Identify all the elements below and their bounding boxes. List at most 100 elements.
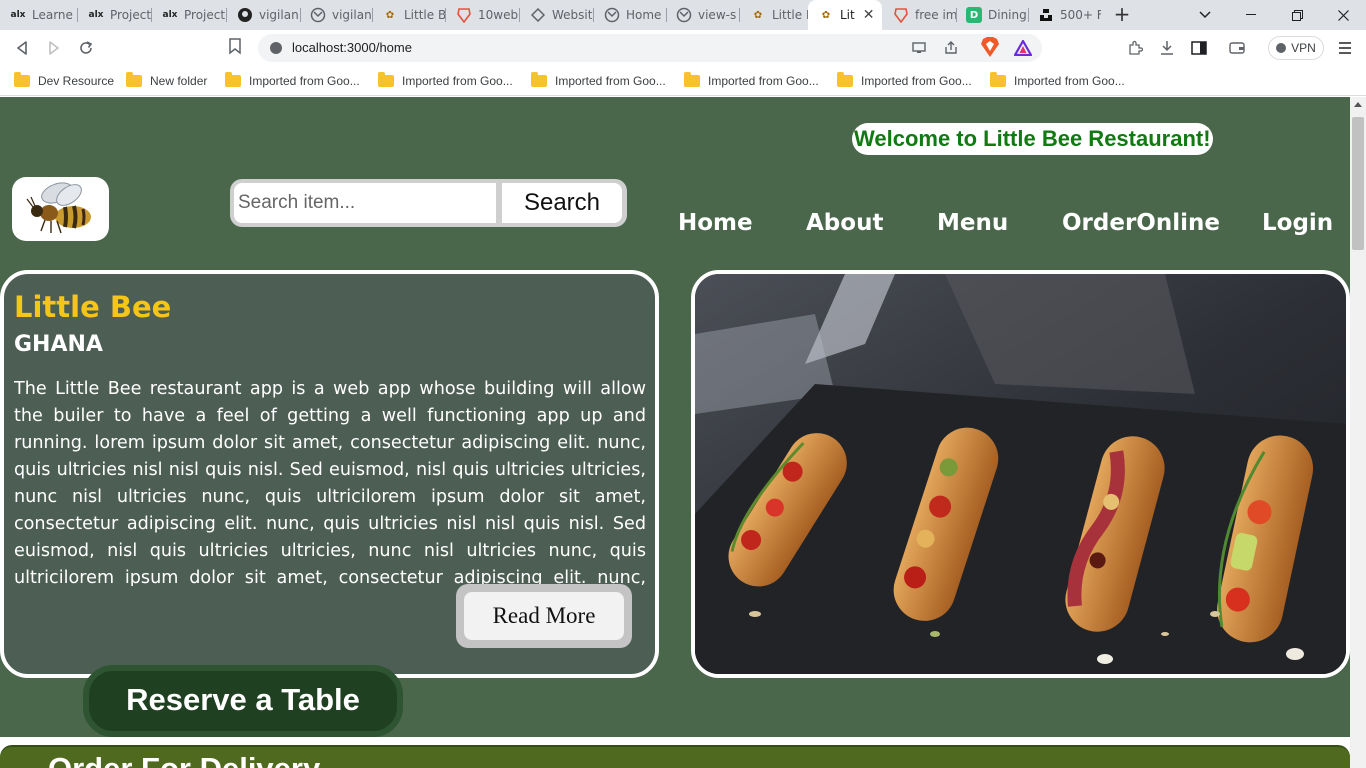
nav-order-online[interactable]: OrderOnline — [1062, 210, 1220, 236]
alx-icon: alx — [88, 10, 104, 20]
browser-tab[interactable]: free im — [883, 0, 956, 30]
brave-icon — [893, 7, 909, 23]
browser-tab[interactable]: vigilan — [300, 0, 373, 30]
bookmark-folder[interactable]: Imported from Goo... — [531, 71, 666, 91]
vpn-button[interactable]: VPN — [1268, 36, 1324, 60]
hero-food-image — [691, 270, 1350, 678]
tab-title: Lit — [840, 8, 855, 22]
bookmark-folder[interactable]: Imported from Goo... — [990, 71, 1125, 91]
brave-rewards-icon[interactable] — [1012, 37, 1034, 59]
browser-tab[interactable]: 500+ F — [1028, 0, 1101, 30]
folder-icon — [14, 72, 30, 87]
folder-icon — [378, 72, 394, 87]
address-bar[interactable]: localhost:3000/home — [258, 34, 1042, 62]
folder-icon — [531, 72, 547, 87]
bookmark-folder[interactable]: Imported from Goo... — [225, 71, 360, 91]
menu-icon[interactable] — [1334, 37, 1356, 59]
browser-tab[interactable]: ✿ Little B — [740, 0, 808, 30]
new-tab-button[interactable]: + — [1112, 4, 1132, 26]
site-info-icon[interactable] — [270, 42, 282, 54]
tab-title: free im — [915, 8, 956, 22]
brave-icon — [456, 7, 472, 23]
bee-logo[interactable] — [12, 177, 109, 241]
scroll-thumb[interactable] — [1352, 117, 1364, 250]
brave-shield-icon[interactable] — [980, 36, 1000, 58]
bee-icon: ✿ — [753, 9, 763, 21]
diamond-icon — [530, 7, 546, 23]
browser-tab[interactable]: 10web — [446, 0, 519, 30]
close-tab-icon[interactable]: ✕ — [863, 7, 875, 23]
bee-icon: ✿ — [821, 9, 831, 21]
brand-description: The Little Bee restaurant app is a web a… — [14, 379, 646, 586]
browser-tab[interactable]: ✿ Little B — [372, 0, 445, 30]
nav-menu[interactable]: Menu — [937, 210, 1008, 236]
search-input[interactable] — [234, 183, 496, 223]
dining-icon: D — [966, 7, 982, 23]
minimize-button[interactable] — [1228, 0, 1274, 30]
bookmark-folder[interactable]: Imported from Goo... — [684, 71, 819, 91]
bookmark-folder[interactable]: Imported from Goo... — [378, 71, 513, 91]
browser-tab[interactable]: alx Learne — [0, 0, 76, 30]
bee-icon — [26, 182, 91, 234]
alx-icon: alx — [10, 10, 26, 20]
globe-icon — [310, 7, 326, 23]
page-viewport: Welcome to Little Bee Restaurant! Search… — [0, 97, 1350, 768]
share-icon[interactable] — [942, 39, 960, 57]
browser-tab[interactable]: D Dining — [956, 0, 1028, 30]
tab-title: view-s — [698, 8, 737, 22]
tab-title: Project — [110, 8, 151, 22]
page-scrollbar[interactable] — [1350, 97, 1366, 768]
tab-title: Dining — [988, 8, 1027, 22]
bookmark-folder[interactable]: Dev Resource — [14, 71, 114, 91]
bookmark-folder[interactable]: Imported from Goo... — [837, 71, 972, 91]
folder-icon — [225, 72, 241, 87]
back-button[interactable] — [10, 36, 34, 60]
unsplash-icon — [1038, 7, 1054, 23]
forward-button[interactable] — [42, 36, 66, 60]
bookmarks-bar: Dev Resource New folder Imported from Go… — [0, 66, 1366, 96]
about-card: Little Bee GHANA The Little Bee restaura… — [0, 270, 659, 678]
tab-title: Learne — [32, 8, 73, 22]
scroll-up-arrow-icon[interactable] — [1354, 102, 1362, 107]
food-photo — [695, 274, 1346, 674]
reserve-table-button[interactable]: Reserve a Table — [83, 665, 403, 737]
hero-section: Welcome to Little Bee Restaurant! Search… — [0, 97, 1350, 737]
browser-tab[interactable]: Websit — [520, 0, 593, 30]
browser-tab[interactable]: Home — [594, 0, 666, 30]
close-window-button[interactable] — [1320, 0, 1366, 30]
github-icon — [237, 7, 253, 23]
nav-login[interactable]: Login — [1262, 210, 1333, 236]
extensions-icon[interactable] — [1124, 37, 1146, 59]
read-more-button[interactable]: Read More — [464, 592, 624, 640]
bookmark-folder[interactable]: New folder — [126, 71, 207, 91]
restore-button[interactable] — [1274, 0, 1320, 30]
order-delivery-title: Order For Delivery — [48, 751, 320, 768]
search-bar: Search — [230, 179, 627, 227]
browser-tab[interactable]: alx Project — [152, 0, 225, 30]
tab-title: Home — [626, 8, 662, 22]
browser-tab-active[interactable]: ✿ Lit ✕ — [808, 0, 882, 30]
sidebar-icon[interactable] — [1188, 37, 1210, 59]
tab-search-icon[interactable] — [1182, 0, 1228, 30]
url-text[interactable]: localhost:3000/home — [292, 40, 412, 55]
browser-tab[interactable]: vigilan — [227, 0, 300, 30]
tab-title: vigilan — [332, 8, 372, 22]
nav-home[interactable]: Home — [678, 210, 753, 236]
vpn-status-icon — [1276, 43, 1287, 53]
brand-subtitle: GHANA — [14, 332, 103, 357]
cast-icon[interactable] — [910, 39, 928, 57]
search-button[interactable]: Search — [502, 183, 622, 223]
nav-about[interactable]: About — [806, 210, 883, 236]
reload-button[interactable] — [74, 36, 98, 60]
globe-icon — [676, 7, 692, 23]
downloads-icon[interactable] — [1156, 37, 1178, 59]
brand-title: Little Bee — [14, 290, 172, 324]
wallet-icon[interactable] — [1226, 37, 1248, 59]
browser-tab[interactable]: alx Project — [78, 0, 151, 30]
read-more-frame: Read More — [456, 584, 632, 648]
tab-title: Websit — [552, 8, 593, 22]
bookmark-icon[interactable] — [228, 37, 244, 57]
alx-icon: alx — [162, 10, 178, 20]
browser-tab[interactable]: view-s — [666, 0, 739, 30]
tab-title: 500+ F — [1060, 8, 1101, 22]
